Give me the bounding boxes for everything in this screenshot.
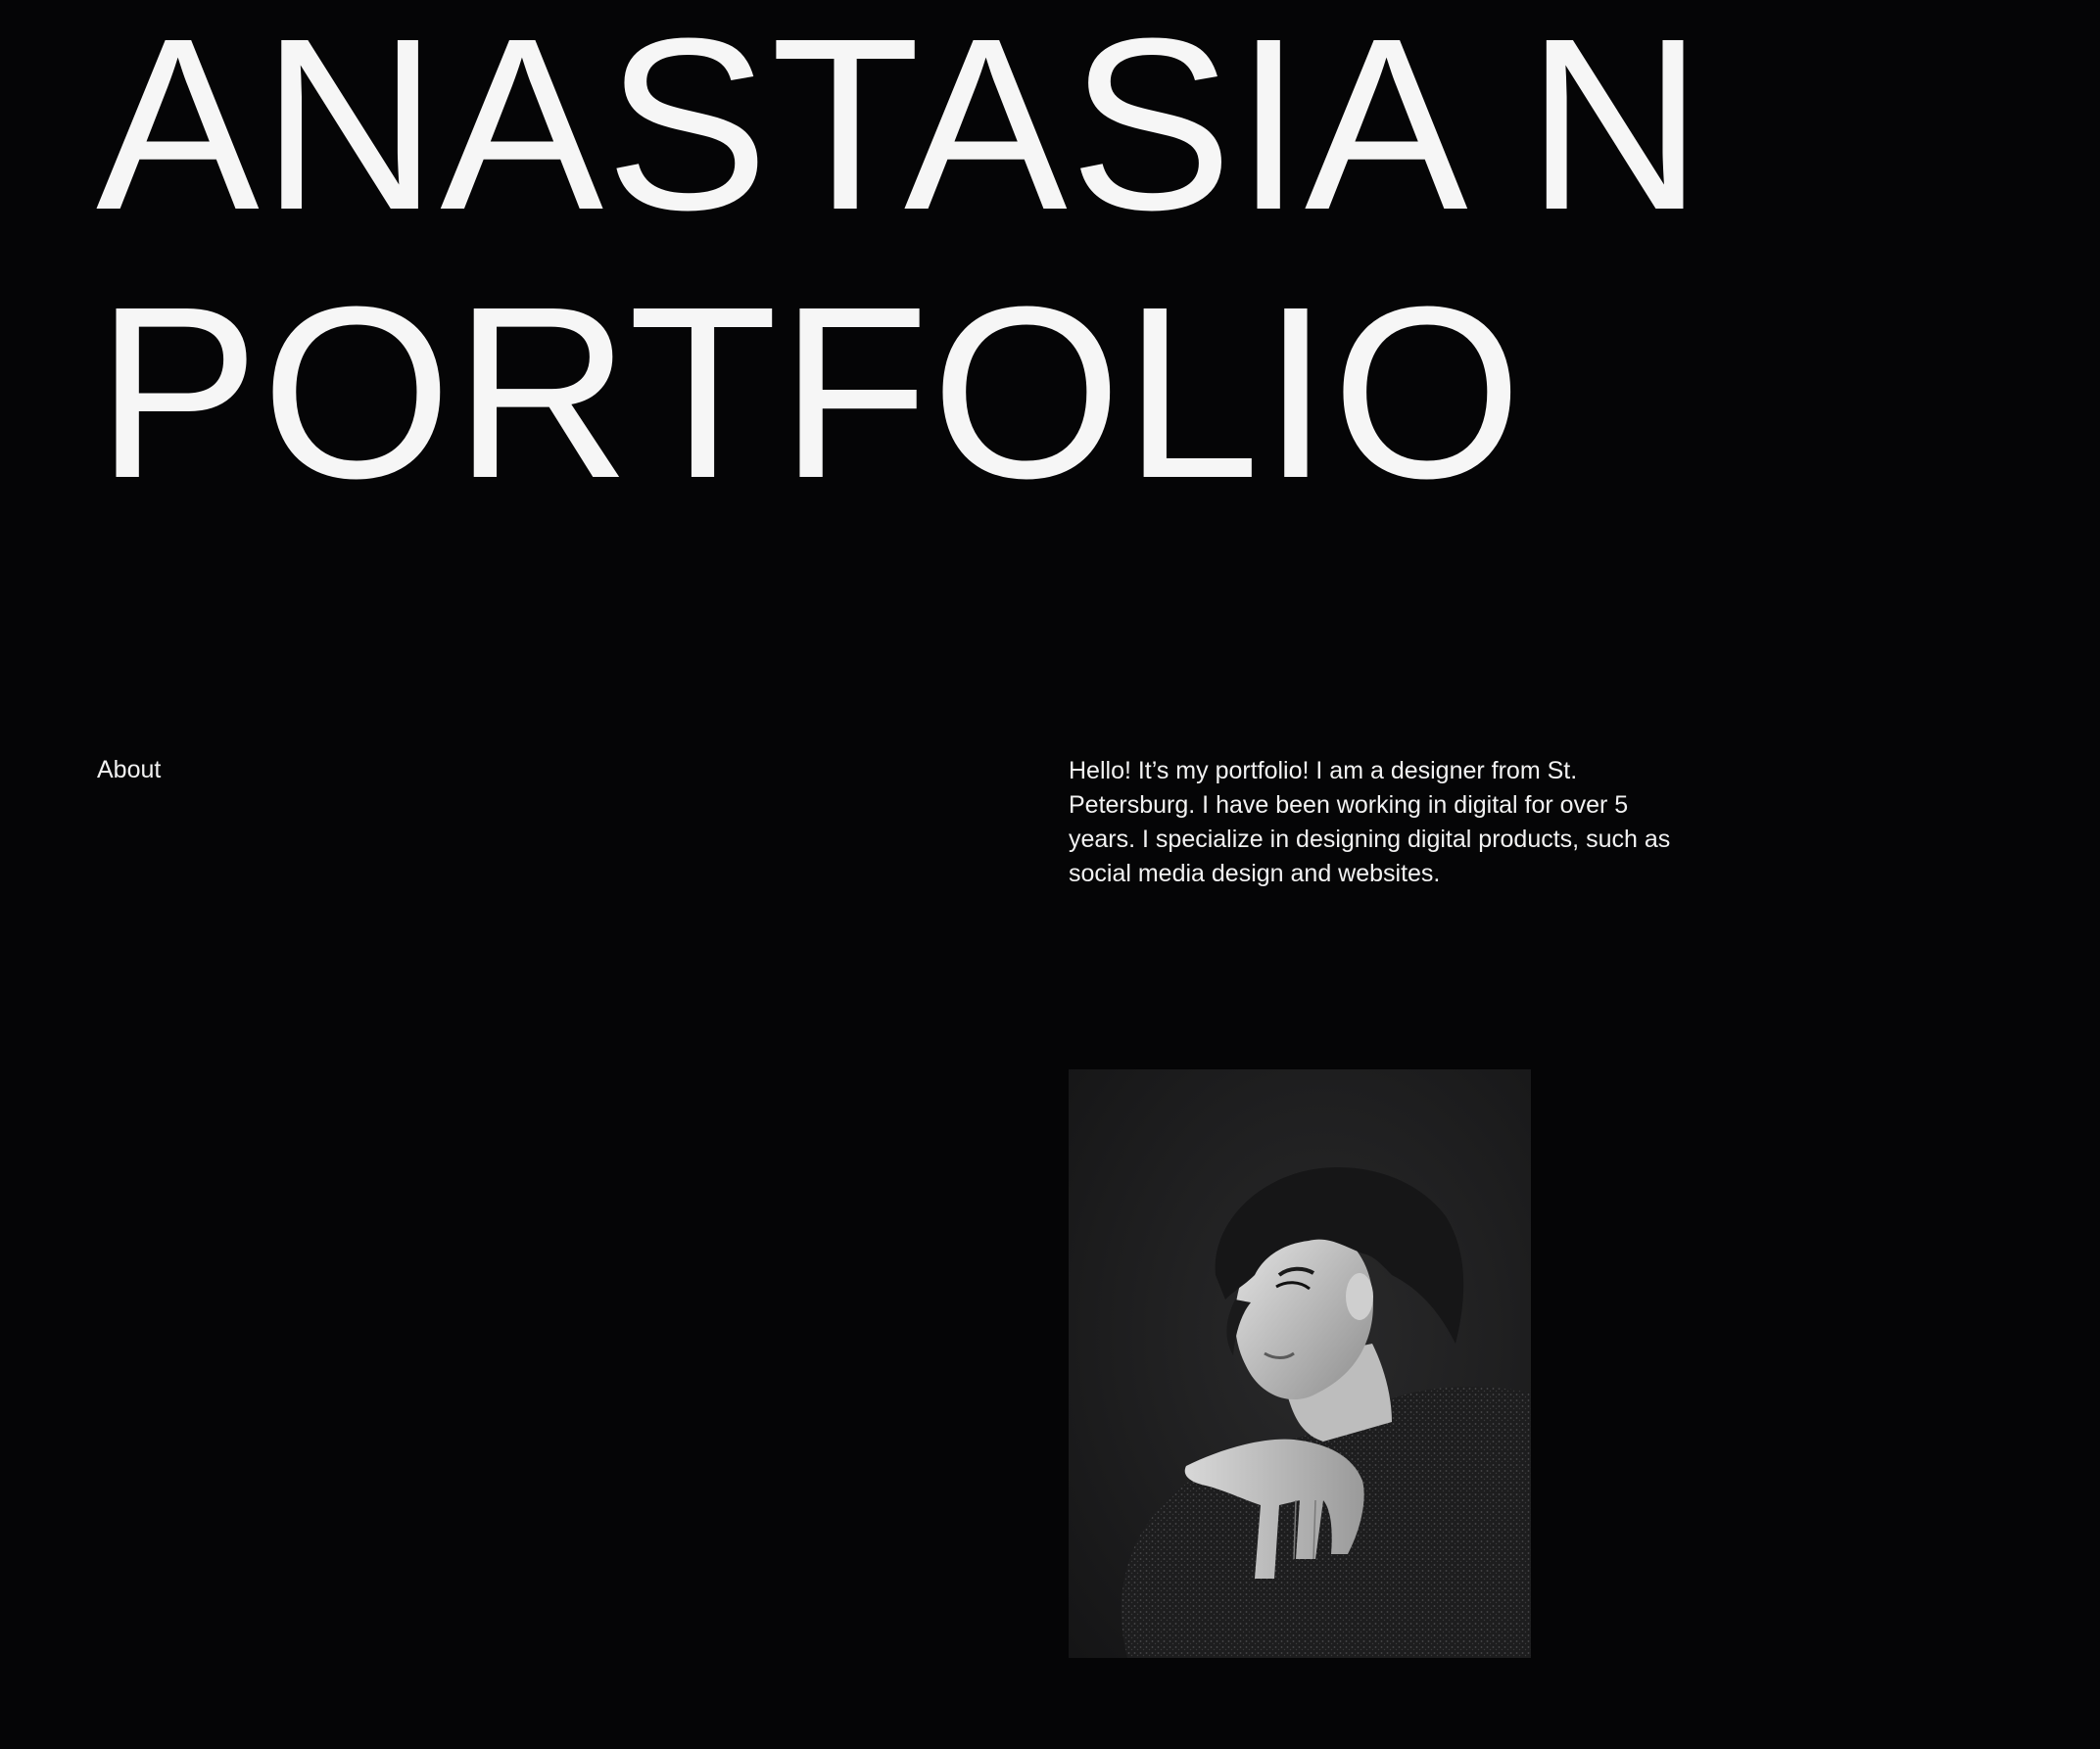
portrait-photo: [1069, 1069, 1531, 1658]
about-text: Hello! It’s my portfolio! I am a designe…: [1069, 757, 1671, 887]
portrait-illustration: [1069, 1069, 1531, 1658]
hero-subtitle: PORTFOLIO: [96, 256, 1525, 529]
hero-name: ANASTASIA N: [96, 0, 1705, 260]
hero-title: ANASTASIA N PORTFOLIO: [96, 0, 1705, 527]
about-label: About: [97, 756, 162, 783]
